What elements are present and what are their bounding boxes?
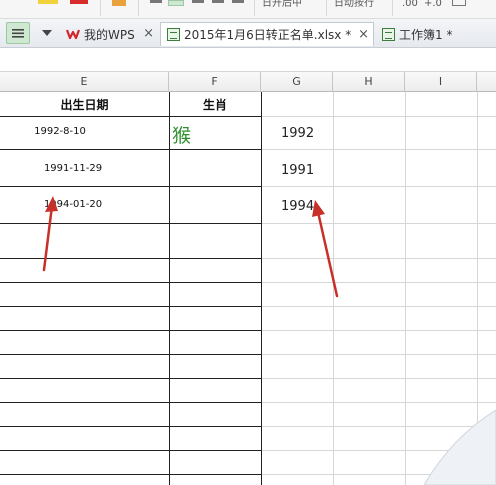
paint-format-icon[interactable] [112,0,126,6]
tab-list-dropdown[interactable] [38,22,56,44]
column-header-i[interactable]: I [405,72,477,92]
font-color-icon[interactable] [70,0,88,4]
wrap-text-button[interactable]: 日动按行 [334,0,382,8]
align-middle-icon[interactable] [168,0,184,6]
tab-spreadsheet-active[interactable]: 2015年1月6日转正名单.xlsx * × [160,22,374,46]
highlight-color-icon[interactable] [38,0,58,4]
ribbon-toolbar: 日开后中 日动按行 .00 +.0 [0,0,496,19]
increase-decimal-button[interactable]: .00 [402,0,420,8]
merge-center-button[interactable]: 日开后中 [262,0,310,8]
menu-button[interactable] [6,22,30,44]
decrease-decimal-button[interactable]: +.0 [424,0,444,8]
column-header-f[interactable]: F [169,72,261,92]
align-center-icon[interactable] [232,0,244,3]
column-header-h[interactable]: H [333,72,405,92]
tab-label: 我的WPS [84,27,135,42]
wps-logo-icon [66,29,80,40]
close-icon[interactable]: × [143,26,154,41]
tab-workbook[interactable]: 工作簿1 * [376,22,494,46]
table-style-icon[interactable] [452,0,466,6]
formula-bar[interactable] [0,48,496,72]
page-curl [423,409,496,485]
caret-down-icon [42,30,52,36]
spreadsheet-grid[interactable]: 出生日期 生肖 1992-8-10 猴 1992 1991-11-29 1991… [0,92,496,485]
align-bottom-icon[interactable] [192,0,204,3]
tab-label: 2015年1月6日转正名单.xlsx * [184,28,352,42]
align-top-icon[interactable] [150,0,162,3]
close-icon[interactable]: × [358,27,369,42]
spreadsheet-icon [167,28,180,41]
spreadsheet-icon [382,27,395,41]
tab-my-wps[interactable]: 我的WPS × [60,22,158,46]
column-header-row: E F G H I [0,72,496,92]
column-header-g[interactable]: G [261,72,333,92]
column-header-e[interactable]: E [0,72,169,92]
document-tab-bar: 我的WPS × 2015年1月6日转正名单.xlsx * × 工作簿1 * [0,19,496,48]
align-left-icon[interactable] [212,0,224,3]
tab-label: 工作簿1 * [399,27,453,42]
hamburger-icon [12,29,24,38]
